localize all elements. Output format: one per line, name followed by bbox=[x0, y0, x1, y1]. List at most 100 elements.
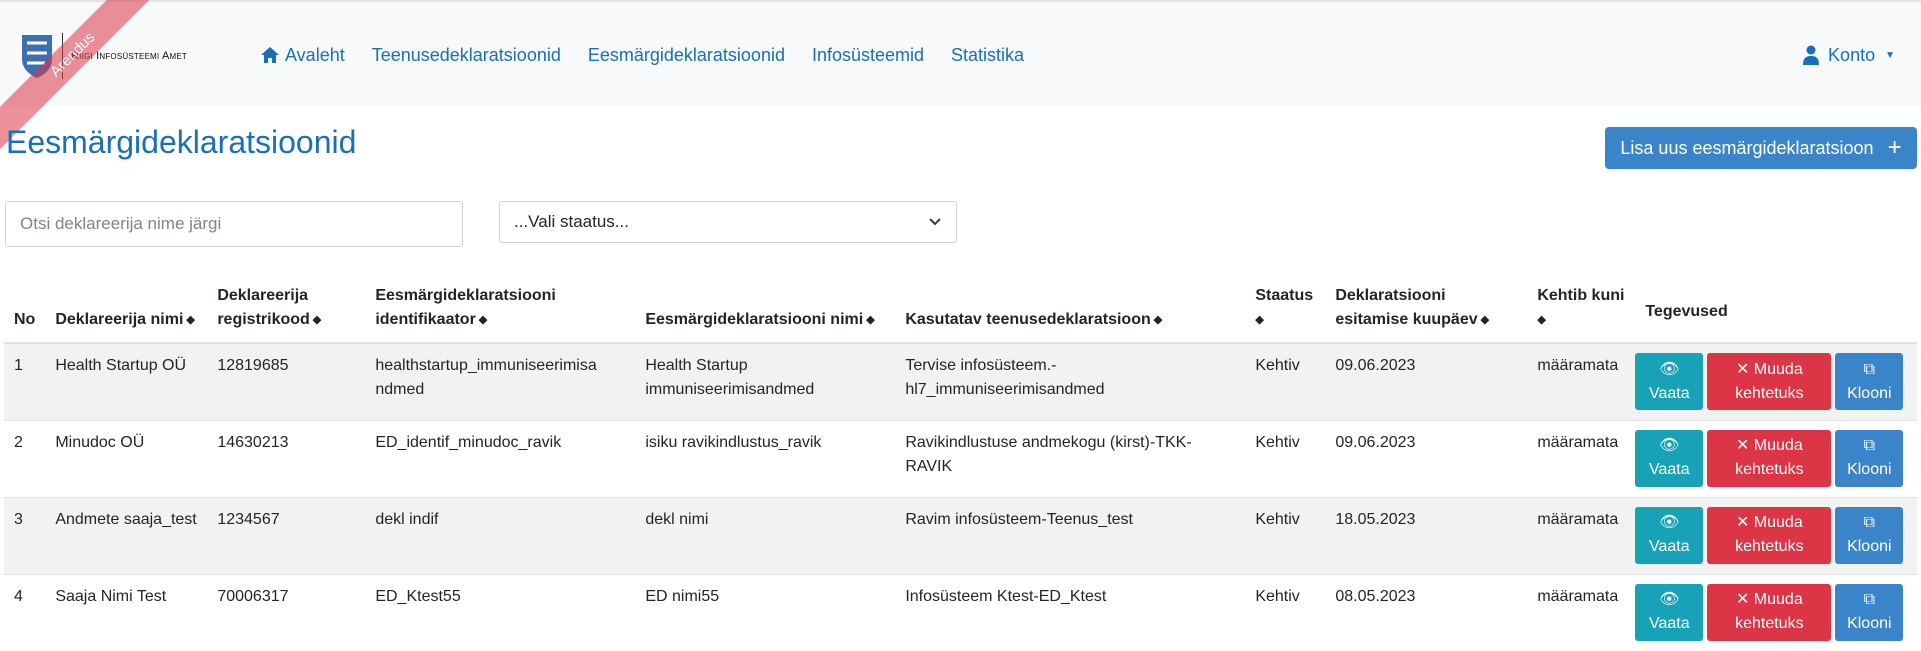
nav-information-systems[interactable]: Infosüsteemid bbox=[812, 45, 924, 66]
cell-no: 4 bbox=[4, 573, 46, 651]
table-row: 1 Health Startup OÜ 12819685 healthstart… bbox=[4, 342, 1917, 421]
sort-icon[interactable]: ◆ bbox=[1255, 308, 1263, 332]
col-no: No bbox=[4, 272, 46, 345]
cell-declaration-name: ED nimi55 bbox=[635, 573, 896, 651]
cell-no: 3 bbox=[4, 496, 46, 575]
nav-service-declarations[interactable]: Teenusedeklaratsioonid bbox=[372, 45, 561, 66]
cell-no: 1 bbox=[4, 342, 46, 421]
eye-icon: 👁 bbox=[1659, 514, 1680, 532]
table-header-row: No Deklareerija nimi ◆ Deklareerija regist… bbox=[4, 272, 1917, 345]
copy-icon: ⧉ bbox=[1863, 514, 1876, 532]
logo-text: Riigi Infosüsteemi Amet bbox=[71, 50, 188, 62]
logo[interactable]: Riigi Infosüsteemi Amet bbox=[20, 30, 187, 82]
user-icon bbox=[1803, 45, 1820, 65]
top-navbar: Riigi Infosüsteemi Amet Arendus Avaleht … bbox=[0, 0, 1921, 162]
cell-actions: 👁 Vaata ✕ Muuda kehtetuks ⧉ Klooni bbox=[1635, 496, 1917, 575]
add-purpose-declaration-button[interactable]: Lisa uus eesmärgideklaratsioon + bbox=[1605, 127, 1917, 169]
clone-button[interactable]: ⧉ Klooni bbox=[1835, 353, 1904, 411]
cell-submit-date: 09.06.2023 bbox=[1325, 342, 1528, 421]
status-select-value: ...Vali staatus... bbox=[514, 212, 629, 231]
view-button[interactable]: 👁 Vaata bbox=[1635, 583, 1704, 641]
col-declarant-name[interactable]: Deklareerija nimi ◆ bbox=[45, 272, 208, 345]
col-service-declaration[interactable]: Kasutatav teenusedeklaratsioon ◆ bbox=[895, 272, 1246, 345]
clone-button[interactable]: ⧉ Klooni bbox=[1835, 583, 1904, 641]
sort-icon[interactable]: ◆ bbox=[1154, 308, 1162, 332]
eye-icon: 👁 bbox=[1659, 437, 1680, 455]
col-identifier[interactable]: Eesmärgideklaratsiooni identifikaator ◆ bbox=[365, 272, 636, 345]
page-title: Eesmärgideklaratsioonid bbox=[6, 124, 357, 160]
cell-submit-date: 09.06.2023 bbox=[1325, 419, 1528, 498]
col-submit-date[interactable]: Deklaratsiooni esitamise kuupäev ◆ bbox=[1325, 272, 1528, 345]
nav-home[interactable]: Avaleht bbox=[260, 45, 345, 66]
cell-valid-until: määramata bbox=[1527, 573, 1636, 651]
search-input[interactable] bbox=[5, 201, 463, 247]
eye-icon: 👁 bbox=[1659, 360, 1680, 378]
cell-declarant-name: Saaja Nimi Test bbox=[45, 573, 208, 651]
cell-declarant-name: Minudoc OÜ bbox=[45, 419, 208, 498]
cell-reg-code: 70006317 bbox=[207, 573, 366, 651]
invalidate-button[interactable]: ✕ Muuda kehtetuks bbox=[1707, 583, 1832, 641]
cell-identifier: healthstartup_immuniseerimisa ndmed bbox=[365, 342, 636, 421]
cell-reg-code: 1234567 bbox=[207, 496, 366, 575]
sort-icon[interactable]: ◆ bbox=[186, 308, 194, 332]
cell-status: Kehtiv bbox=[1245, 419, 1326, 498]
nav-statistics[interactable]: Statistika bbox=[951, 45, 1024, 66]
add-button-label: Lisa uus eesmärgideklaratsioon bbox=[1620, 137, 1874, 158]
cell-identifier: dekl indif bbox=[365, 496, 636, 575]
cell-service-declaration: Tervise infosüsteem.- hl7_immuniseerimisa… bbox=[895, 342, 1246, 421]
view-button[interactable]: 👁 Vaata bbox=[1635, 429, 1704, 487]
col-actions: Tegevused bbox=[1635, 272, 1917, 345]
cell-no: 2 bbox=[4, 419, 46, 498]
cell-actions: 👁 Vaata ✕ Muuda kehtetuks ⧉ Klooni bbox=[1635, 419, 1917, 498]
col-declaration-name[interactable]: Eesmärgideklaratsiooni nimi ◆ bbox=[635, 272, 896, 345]
table-row: 2 Minudoc OÜ 14630213 ED_identif_minudoc… bbox=[4, 419, 1917, 498]
clone-button[interactable]: ⧉ Klooni bbox=[1835, 506, 1904, 564]
close-icon: ✕ bbox=[1735, 591, 1754, 609]
cell-service-declaration: Infosüsteem Ktest-ED_Ktest bbox=[895, 573, 1246, 651]
sort-icon[interactable]: ◆ bbox=[479, 308, 487, 332]
coat-of-arms-icon bbox=[22, 35, 52, 78]
clone-button[interactable]: ⧉ Klooni bbox=[1835, 429, 1904, 487]
cell-submit-date: 08.05.2023 bbox=[1325, 573, 1528, 651]
close-icon: ✕ bbox=[1735, 514, 1754, 532]
sort-icon[interactable]: ◆ bbox=[866, 308, 874, 332]
close-icon: ✕ bbox=[1735, 360, 1754, 378]
invalidate-button[interactable]: ✕ Muuda kehtetuks bbox=[1707, 506, 1832, 564]
cell-declarant-name: Andmete saaja_test bbox=[45, 496, 208, 575]
table-row: 3 Andmete saaja_test 1234567 dekl indif … bbox=[4, 496, 1917, 575]
declarations-table: No Deklareerija nimi ◆ Deklareerija regist… bbox=[4, 272, 1917, 651]
plus-icon: + bbox=[1887, 134, 1902, 161]
sort-icon[interactable]: ◆ bbox=[313, 308, 321, 332]
sort-icon[interactable]: ◆ bbox=[1481, 308, 1489, 332]
copy-icon: ⧉ bbox=[1863, 591, 1876, 609]
nav-purpose-declarations[interactable]: Eesmärgideklaratsioonid bbox=[588, 45, 785, 66]
sort-icon[interactable]: ◆ bbox=[1537, 308, 1545, 332]
cell-valid-until: määramata bbox=[1527, 419, 1636, 498]
cell-submit-date: 18.05.2023 bbox=[1325, 496, 1528, 575]
home-icon bbox=[261, 47, 279, 63]
status-select[interactable]: ...Vali staatus... bbox=[499, 201, 957, 243]
main-nav: Avaleht Teenusedeklaratsioonid Eesmärgid… bbox=[260, 2, 1051, 108]
col-status[interactable]: Staatus ◆ bbox=[1245, 272, 1326, 345]
cell-identifier: ED_Ktest55 bbox=[365, 573, 636, 651]
eye-icon: 👁 bbox=[1659, 591, 1680, 609]
view-button[interactable]: 👁 Vaata bbox=[1635, 506, 1704, 564]
cell-reg-code: 14630213 bbox=[207, 419, 366, 498]
caret-down-icon: ▼ bbox=[1885, 49, 1895, 61]
invalidate-button[interactable]: ✕ Muuda kehtetuks bbox=[1707, 429, 1832, 487]
account-menu[interactable]: Konto ▼ bbox=[1802, 2, 1895, 108]
cell-declarant-name: Health Startup OÜ bbox=[45, 342, 208, 421]
table-row: 4 Saaja Nimi Test 70006317 ED_Ktest55 ED… bbox=[4, 573, 1917, 651]
col-declarant-reg-code[interactable]: Deklareerija registrikood ◆ bbox=[207, 272, 366, 345]
chevron-down-icon bbox=[929, 218, 941, 226]
cell-service-declaration: Ravikindlustuse andmekogu (kirst)-TKK- RA… bbox=[895, 419, 1246, 498]
view-button[interactable]: 👁 Vaata bbox=[1635, 353, 1704, 411]
cell-valid-until: määramata bbox=[1527, 342, 1636, 421]
cell-declaration-name: isiku ravikindlustus_ravik bbox=[635, 419, 896, 498]
cell-reg-code: 12819685 bbox=[207, 342, 366, 421]
col-valid-until[interactable]: Kehtib kuni ◆ bbox=[1527, 272, 1636, 345]
close-icon: ✕ bbox=[1735, 437, 1754, 455]
cell-status: Kehtiv bbox=[1245, 496, 1326, 575]
cell-service-declaration: Ravim infosüsteem-Teenus_test bbox=[895, 496, 1246, 575]
invalidate-button[interactable]: ✕ Muuda kehtetuks bbox=[1707, 353, 1832, 411]
